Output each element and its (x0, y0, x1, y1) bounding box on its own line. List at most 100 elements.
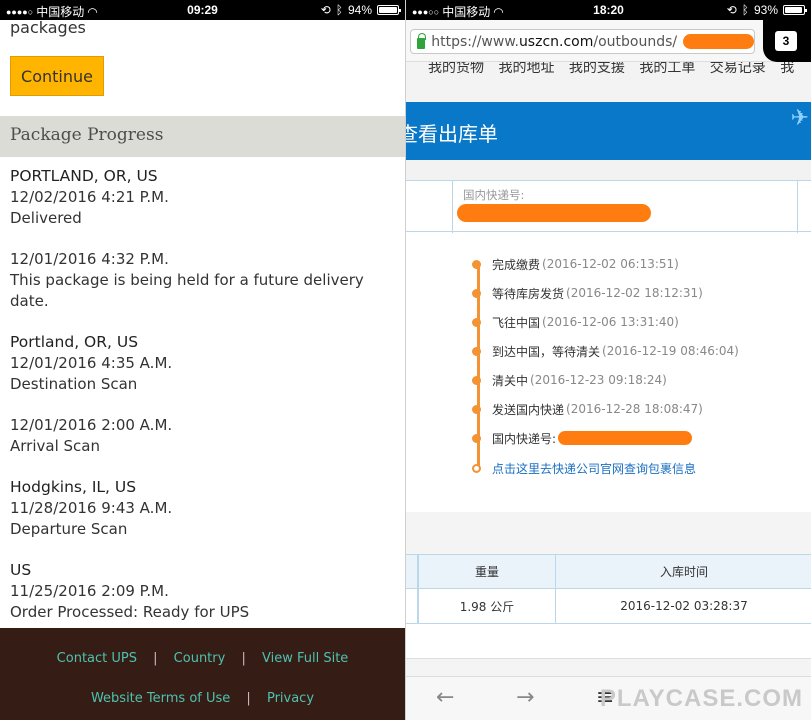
watermark: PLAYCASE.COM (599, 685, 803, 712)
progress-event: US 11/25/2016 2:09 P.M. Order Processed:… (10, 560, 400, 623)
progress-events: PORTLAND, OR, US 12/02/2016 4:21 P.M. De… (10, 166, 400, 643)
section-spacer (406, 658, 811, 678)
timeline-dot (472, 317, 481, 327)
event-datetime: 11/28/2016 9:43 A.M. (10, 499, 173, 517)
section-spacer (406, 160, 811, 180)
timeline-item: 等待库房发货 (2016-12-02 18:12:31) (472, 285, 703, 301)
event-activity: Arrival Scan (10, 437, 100, 455)
table-header-weight: 重量 (418, 554, 556, 589)
progress-event: Hodgkins, IL, US 11/28/2016 9:43 A.M. De… (10, 477, 400, 540)
event-location: Portland, OR, US (10, 333, 139, 351)
event-datetime: 12/01/2016 4:32 P.M. (10, 250, 169, 268)
view-full-site-link[interactable]: View Full Site (262, 651, 348, 666)
progress-event: 12/01/2016 2:00 A.M. Arrival Scan (10, 415, 400, 457)
privacy-link[interactable]: Privacy (267, 691, 314, 706)
tab-count: 3 (775, 31, 797, 51)
plane-icon: ✈ (790, 106, 809, 131)
timeline-time: (2016-12-02 18:12:31) (566, 286, 703, 300)
footer-separator: | (246, 691, 251, 706)
event-datetime: 12/02/2016 4:21 P.M. (10, 188, 169, 206)
event-location: Hodgkins, IL, US (10, 478, 137, 496)
continue-button[interactable]: Continue (10, 56, 104, 96)
battery-icon (783, 5, 807, 15)
event-activity: Departure Scan (10, 520, 128, 538)
timeline-item: 完成缴费 (2016-12-02 06:13:51) (472, 256, 679, 272)
lock-icon (417, 32, 427, 49)
page-banner: 查看出库单 ✈ (406, 102, 811, 160)
tab-switcher-button[interactable]: 3 (763, 20, 811, 62)
table-cell-weight: 1.98 公斤 (418, 588, 556, 624)
terms-of-use-link[interactable]: Website Terms of Use (91, 691, 230, 706)
table-header-inbound-time: 入库时间 (555, 554, 811, 589)
timeline-dot (472, 433, 481, 443)
footer-row: Website Terms of Use | Privacy (0, 691, 405, 706)
rotation-lock-icon: ⟲ (320, 3, 331, 17)
bluetooth-icon: ᛒ (741, 3, 749, 17)
timeline-status: 飞往中国 (492, 315, 541, 330)
footer-separator: | (241, 651, 246, 666)
timeline-time: (2016-12-19 08:46:04) (602, 344, 739, 358)
url-text: https://www.uszcn.com/outbounds/ (431, 34, 677, 50)
table-cell (406, 588, 418, 624)
battery-percent: 93% (753, 3, 778, 17)
event-activity: Destination Scan (10, 375, 138, 393)
event-location: PORTLAND, OR, US (10, 167, 158, 185)
timeline-time: (2016-12-06 13:31:40) (542, 315, 679, 329)
timeline-status: 到达中国，等待清关 (492, 344, 601, 359)
event-activity: Delivered (10, 209, 82, 227)
country-link[interactable]: Country (174, 651, 226, 666)
packages-text: packages (10, 18, 86, 37)
timeline-item: 飞往中国 (2016-12-06 13:31:40) (472, 314, 679, 330)
table-cell-inbound-time: 2016-12-02 03:28:37 (555, 588, 811, 624)
site-nav-items[interactable]: 我的货物 我的地址 我的支援 我的工单 交易记录 我 (428, 62, 794, 77)
url-path: /outbounds/ (593, 33, 678, 50)
status-right: ⟲ ᛒ 93% (726, 3, 807, 17)
ups-footer: Contact UPS | Country | View Full Site W… (0, 628, 405, 720)
bluetooth-icon: ᛒ (335, 3, 343, 17)
site-nav: 我的货物 我的地址 我的支援 我的工单 交易记录 我 (406, 62, 811, 102)
event-location: US (10, 561, 32, 579)
rotation-lock-icon: ⟲ (726, 3, 737, 17)
shipment-timeline: 完成缴费 (2016-12-02 06:13:51) 等待库房发货 (2016-… (406, 250, 811, 480)
timeline-dot (472, 346, 481, 356)
timeline-item: 国内快递号: (472, 430, 693, 446)
url-prefix: https://www. (431, 33, 519, 50)
redacted-domestic-number (558, 431, 693, 445)
table-cell (406, 554, 418, 589)
package-progress-heading: Package Progress (0, 116, 405, 157)
timeline-status: 等待库房发货 (492, 286, 565, 301)
ups-tracking-panel: ●●●●○ 中国移动 ◠ 09:29 ⟲ ᛒ 94% packages Cont… (0, 0, 405, 720)
page-title: 查看出库单 (406, 122, 498, 146)
event-activity: This package is being held for a future … (10, 271, 364, 310)
footer-row: Contact UPS | Country | View Full Site (0, 651, 405, 666)
timeline-status: 发送国内快递 (492, 402, 565, 417)
forward-icon[interactable]: → (516, 685, 534, 710)
redacted-tracking-number (457, 204, 651, 222)
url-field[interactable]: https://www.uszcn.com/outbounds/ (410, 29, 755, 54)
courier-lookup-link[interactable]: 点击这里去快递公司官网查询包裹信息 (492, 460, 696, 477)
domestic-tracking-box: 国内快递号: (406, 180, 811, 233)
redacted-url-segment (683, 34, 754, 49)
browser-toolbar: ← → ≡ PLAYCASE.COM (406, 676, 811, 720)
timeline-time: (2016-12-02 06:13:51) (542, 257, 679, 271)
section-spacer (406, 512, 811, 554)
battery-icon (377, 5, 401, 15)
timeline-dot (472, 404, 481, 414)
timeline-status: 清关中 (492, 373, 529, 388)
contact-ups-link[interactable]: Contact UPS (57, 651, 137, 666)
timeline-item: 点击这里去快递公司官网查询包裹信息 (472, 460, 696, 476)
timeline-time: (2016-12-28 18:08:47) (566, 402, 703, 416)
browser-address-bar: https://www.uszcn.com/outbounds/ 3 (406, 20, 811, 62)
timeline-item: 发送国内快递 (2016-12-28 18:08:47) (472, 401, 703, 417)
timeline-status: 完成缴费 (492, 257, 541, 272)
timeline-dot (472, 375, 481, 385)
timeline-time: (2016-12-23 09:18:24) (530, 373, 667, 387)
domestic-tracking-cell: 国内快递号: (452, 181, 798, 233)
footer-separator: | (153, 651, 158, 666)
progress-event: Portland, OR, US 12/01/2016 4:35 A.M. De… (10, 332, 400, 395)
status-bar: ●●●○○ 中国移动 ◠ 18:20 ⟲ ᛒ 93% (406, 0, 811, 20)
back-icon[interactable]: ← (436, 685, 454, 710)
event-activity: Order Processed: Ready for UPS (10, 603, 250, 621)
status-bar: ●●●●○ 中国移动 ◠ 09:29 ⟲ ᛒ 94% (0, 0, 405, 20)
timeline-status: 国内快递号: (492, 431, 557, 446)
